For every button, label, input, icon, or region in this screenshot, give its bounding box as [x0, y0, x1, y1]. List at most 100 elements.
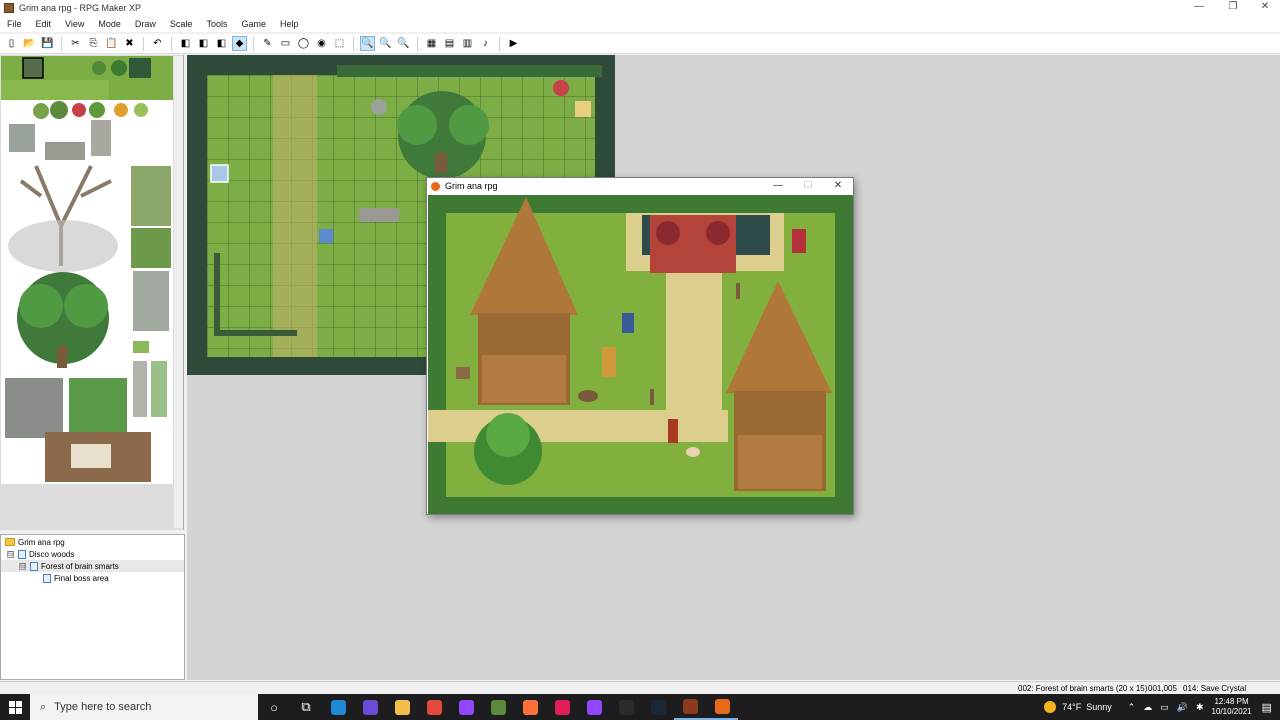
script-editor-button[interactable]: ▥: [460, 36, 475, 51]
menu-view[interactable]: View: [58, 19, 91, 29]
database-button[interactable]: ▦: [424, 36, 439, 51]
bluetooth-icon[interactable]: ✱: [1196, 702, 1204, 713]
layer3-button[interactable]: ◧: [214, 36, 229, 51]
materials-button[interactable]: ▤: [442, 36, 457, 51]
new-button[interactable]: ▯: [4, 36, 19, 51]
layer2-button[interactable]: ◧: [196, 36, 211, 51]
cortana-icon: ○: [270, 699, 278, 715]
taskbar-apps: ○ ⧉: [258, 694, 738, 720]
game-screen[interactable]: [428, 195, 853, 514]
paste-button[interactable]: 📋: [104, 36, 119, 51]
playtest-button[interactable]: ▶: [506, 36, 521, 51]
taskbar-edge-button[interactable]: [322, 694, 354, 720]
collapse-icon[interactable]: ⊟: [7, 550, 14, 558]
taskbar-file-explorer-button[interactable]: [386, 694, 418, 720]
status-map: 002: Forest of brain smarts (20 x 15): [1018, 684, 1148, 693]
tileset-scrollbar[interactable]: [174, 56, 183, 528]
menu-scale[interactable]: Scale: [163, 19, 200, 29]
rectangle-button[interactable]: ▭: [278, 36, 293, 51]
undo-icon: ↶: [153, 38, 162, 49]
menu-help[interactable]: Help: [273, 19, 306, 29]
volume-icon[interactable]: 🔊: [1177, 702, 1188, 713]
tileset-graphic: [1, 56, 173, 482]
playtest-maximize-button[interactable]: ☐: [793, 178, 823, 194]
playtest-close-button[interactable]: ✕: [823, 178, 853, 194]
events-layer-button[interactable]: ◆: [232, 36, 247, 51]
taskbar-chrome-button[interactable]: [418, 694, 450, 720]
menu-mode[interactable]: Mode: [91, 19, 128, 29]
sound-test-button[interactable]: ♪: [478, 36, 493, 51]
playtest-minimize-button[interactable]: —: [763, 178, 793, 194]
windows-icon: [8, 700, 22, 714]
tree-project-root[interactable]: Grim ana rpg: [5, 536, 65, 548]
close-button[interactable]: ✕: [1248, 0, 1280, 16]
taskbar-firefox-button[interactable]: [514, 694, 546, 720]
taskbar: ⌕ Type here to search ○ ⧉ 74°F Sunny ⌃ ☁ …: [0, 694, 1280, 720]
ellipse-button[interactable]: ◯: [296, 36, 311, 51]
taskbar-cortana-button[interactable]: ○: [258, 694, 290, 720]
taskbar-task-view-button[interactable]: ⧉: [290, 694, 322, 720]
weather-sun-icon: [1044, 701, 1057, 713]
delete-button[interactable]: ✖: [122, 36, 137, 51]
firefox-icon: [522, 699, 538, 715]
taskbar-steam-button[interactable]: [642, 694, 674, 720]
select-button[interactable]: ⬚: [332, 36, 347, 51]
tree-item-final-boss-area[interactable]: Final boss area: [43, 572, 109, 584]
status-bar: 002: Forest of brain smarts (20 x 15) 00…: [0, 681, 1280, 694]
taskbar-game-button[interactable]: [706, 694, 738, 720]
pencil-button[interactable]: ✎: [260, 36, 275, 51]
save-button[interactable]: 💾: [40, 36, 55, 51]
cut-button[interactable]: ✂: [68, 36, 83, 51]
minimize-button[interactable]: —: [1182, 0, 1216, 16]
start-button[interactable]: [0, 694, 30, 720]
menu-edit[interactable]: Edit: [29, 19, 59, 29]
fill-button[interactable]: ◉: [314, 36, 329, 51]
zoom-4-button[interactable]: 🔍: [396, 36, 411, 51]
taskbar-slack-button[interactable]: [546, 694, 578, 720]
playtest-icon: ▶: [509, 38, 518, 49]
clock-date: 10/10/2021: [1211, 707, 1252, 716]
menu-draw[interactable]: Draw: [128, 19, 163, 29]
taskbar-minecraft-button[interactable]: [482, 694, 514, 720]
weather-temp[interactable]: 74°F: [1062, 702, 1081, 712]
tree-item-disco-woods[interactable]: ⊟ Disco woods: [7, 548, 74, 560]
zoom-2-button[interactable]: 🔍: [378, 36, 393, 51]
clock[interactable]: 12:48 PM 10/10/2021: [1212, 697, 1252, 717]
tree-item-forest-of-brain-smarts[interactable]: ⊟ Forest of brain smarts: [1, 560, 184, 572]
taskbar-app-purple-button[interactable]: [354, 694, 386, 720]
cut-icon: ✂: [71, 38, 80, 49]
menu-tools[interactable]: Tools: [199, 19, 234, 29]
materials-icon: ▤: [444, 38, 455, 49]
taskbar-search[interactable]: ⌕ Type here to search: [30, 694, 258, 720]
steam-icon: [650, 699, 666, 715]
copy-button[interactable]: ⎘: [86, 36, 101, 51]
script-editor-icon: ▥: [462, 38, 473, 49]
chevron-up-icon[interactable]: ⌃: [1128, 702, 1136, 713]
layer1-icon: ◧: [180, 38, 191, 49]
new-icon: ▯: [8, 38, 15, 49]
tileset-palette[interactable]: [1, 56, 173, 484]
zoom-4-icon: 🔍: [397, 38, 410, 49]
taskbar-notepad-button[interactable]: [610, 694, 642, 720]
taskbar-rpgmaker-button[interactable]: [674, 694, 706, 720]
map-icon: [30, 561, 38, 571]
cloud-icon[interactable]: ☁: [1143, 702, 1152, 713]
taskbar-twitch-button[interactable]: [578, 694, 610, 720]
copy-icon: ⎘: [89, 38, 98, 49]
zoom-1-button[interactable]: 🔍: [360, 36, 375, 51]
collapse-icon[interactable]: ⊟: [19, 562, 26, 570]
layer1-button[interactable]: ◧: [178, 36, 193, 51]
taskbar-twitch-alt-button[interactable]: [450, 694, 482, 720]
notification-icon[interactable]: ▤: [1262, 701, 1272, 714]
weather-text[interactable]: Sunny: [1086, 702, 1112, 712]
select-icon: ⬚: [334, 38, 345, 49]
dog-sprite: [686, 447, 700, 457]
open-button[interactable]: 📂: [22, 36, 37, 51]
menu-file[interactable]: File: [0, 19, 29, 29]
maximize-button[interactable]: ❐: [1216, 0, 1250, 16]
network-icon[interactable]: ▭: [1160, 702, 1169, 713]
undo-button[interactable]: ↶: [150, 36, 165, 51]
fill-icon: ◉: [317, 38, 326, 49]
edge-icon: [330, 699, 346, 715]
menu-game[interactable]: Game: [234, 19, 273, 29]
